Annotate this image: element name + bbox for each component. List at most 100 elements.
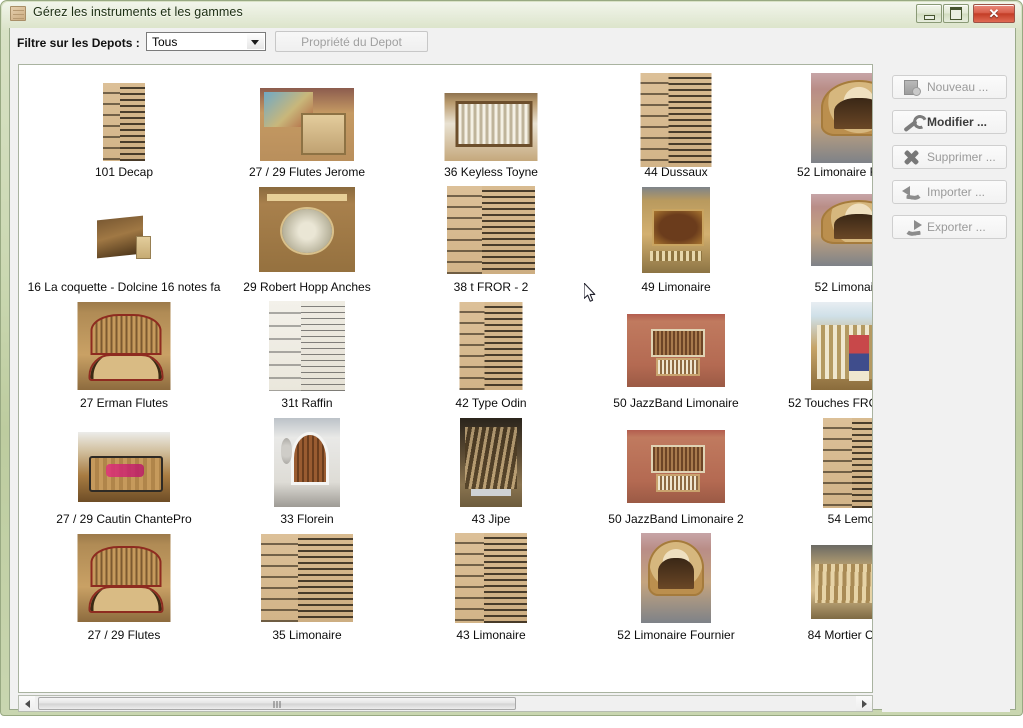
instrument-thumbnail[interactable]: [93, 212, 155, 263]
instrument-item[interactable]: 50 JazzBand Limonaire 2: [581, 416, 771, 528]
client-inner: Filtre sur les Depots : Tous Propriété d…: [10, 28, 1015, 712]
minimize-icon: [917, 5, 941, 22]
delete-x-icon: [901, 149, 923, 165]
scrollbar-thumb[interactable]: [38, 697, 516, 710]
instrument-item[interactable]: 33 Florein: [212, 416, 402, 528]
instrument-thumbnail[interactable]: [274, 418, 340, 507]
export-button-label: Exporter ...: [927, 220, 986, 234]
instrument-item[interactable]: 52 Touches FROR (Gamm: [764, 300, 872, 412]
instrument-item[interactable]: 52 Limonaire Fournier: [581, 532, 771, 644]
instrument-thumbnail[interactable]: [642, 187, 710, 273]
instrument-thumbnail[interactable]: [627, 430, 725, 503]
instrument-list-panel[interactable]: 101 Decap 27 / 29 Flutes Jerome 36 Keyless…: [18, 64, 873, 693]
instrument-label: 27 / 29 Cautin ChantePro: [56, 512, 192, 526]
wrench-icon: [901, 114, 923, 130]
horizontal-scrollbar[interactable]: [18, 695, 873, 712]
depot-filter-value: Tous: [152, 35, 178, 49]
close-button[interactable]: ✕: [973, 4, 1015, 23]
scroll-right-icon: [861, 699, 867, 708]
instrument-item[interactable]: 31t Raffin: [212, 300, 402, 412]
instrument-thumbnail[interactable]: [811, 194, 872, 266]
instrument-label: 52 Limonaire Fournier f: [796, 165, 872, 179]
instrument-thumbnail[interactable]: [460, 418, 522, 507]
instrument-thumbnail[interactable]: [455, 533, 527, 623]
maximize-button[interactable]: [943, 4, 969, 23]
instrument-item[interactable]: 52 Limonaire Fournier f: [764, 69, 872, 181]
modify-button[interactable]: Modifier ...: [892, 110, 1007, 134]
instrument-item[interactable]: 43 Jipe: [396, 416, 586, 528]
instrument-item[interactable]: 44 Dussaux: [581, 69, 771, 181]
new-button[interactable]: Nouveau ...: [892, 75, 1007, 99]
filter-toolbar: Filtre sur les Depots : Tous Propriété d…: [10, 28, 1015, 59]
instrument-thumbnail[interactable]: [78, 432, 170, 502]
export-arrow-icon: [901, 219, 923, 235]
instrument-thumbnail[interactable]: [261, 534, 353, 622]
instrument-item[interactable]: 101 Decap: [29, 69, 219, 181]
instrument-label: 43 Limonaire: [456, 628, 526, 642]
instrument-label: 36 Keyless Toyne: [444, 165, 538, 179]
instrument-item[interactable]: 27 / 29 Flutes Jerome: [212, 69, 402, 181]
depot-dropdown-button[interactable]: [247, 34, 264, 49]
instrument-thumbnail[interactable]: [259, 187, 355, 272]
scroll-right-button[interactable]: [856, 696, 872, 711]
instrument-label: 52 Touches FROR (Gamm: [788, 396, 872, 410]
instrument-thumbnail[interactable]: [811, 73, 872, 163]
instrument-item[interactable]: 36 Keyless Toyne: [396, 69, 586, 181]
instrument-item[interactable]: 29 Robert Hopp Anches: [212, 184, 402, 296]
instrument-item[interactable]: 27 Erman Flutes: [29, 300, 219, 412]
new-document-icon: [901, 79, 923, 96]
scroll-grip-icon: [273, 701, 281, 708]
instrument-thumbnail[interactable]: [103, 83, 145, 161]
filter-label: Filtre sur les Depots :: [17, 36, 140, 50]
scroll-left-button[interactable]: [19, 696, 35, 711]
instrument-item[interactable]: 27 / 29 Flutes: [29, 532, 219, 644]
instrument-item[interactable]: 16 La coquette - Dolcine 16 notes fa: [28, 184, 220, 296]
maximize-icon: [944, 5, 968, 22]
instrument-item[interactable]: 27 / 29 Cautin ChantePro: [29, 416, 219, 528]
new-button-label: Nouveau ...: [927, 80, 989, 94]
depot-property-button[interactable]: Propriété du Depot: [275, 31, 428, 52]
instrument-label: 29 Robert Hopp Anches: [243, 280, 371, 294]
modify-button-label: Modifier ...: [927, 115, 987, 129]
instrument-item[interactable]: 49 Limonaire: [581, 184, 771, 296]
instrument-item[interactable]: 50 JazzBand Limonaire: [581, 300, 771, 412]
instrument-item[interactable]: 38 t FROR - 2: [396, 184, 586, 296]
instrument-thumbnail[interactable]: [823, 418, 872, 508]
export-button[interactable]: Exporter ...: [892, 215, 1007, 239]
instrument-thumbnail[interactable]: [444, 93, 538, 161]
application-window: Gérez les instruments et les gammes ✕ Fi…: [0, 0, 1023, 716]
instrument-item[interactable]: 43 Limonaire: [396, 532, 586, 644]
instrument-label: 52 Limonaire Fournier: [617, 628, 735, 642]
instrument-label: 27 / 29 Flutes Jerome: [248, 165, 366, 179]
instrument-item[interactable]: 52 Limonaire Ori: [764, 184, 872, 296]
instrument-item[interactable]: 84 Mortier Claude (: [764, 532, 873, 644]
minimize-button[interactable]: [916, 4, 942, 23]
import-button[interactable]: Importer ...: [892, 180, 1007, 204]
instrument-label: 50 JazzBand Limonaire 2: [608, 512, 744, 526]
instrument-thumbnail[interactable]: [260, 88, 354, 161]
instrument-thumbnail[interactable]: [77, 534, 171, 622]
instrument-thumbnail[interactable]: [459, 302, 523, 390]
instrument-label: 50 JazzBand Limonaire: [613, 396, 739, 410]
import-arrow-icon: [901, 184, 923, 200]
instrument-thumbnail[interactable]: [811, 302, 872, 390]
instrument-label: 54 Lemoine: [827, 512, 872, 526]
instrument-item[interactable]: 54 Lemoine: [764, 416, 872, 528]
instrument-thumbnail[interactable]: [269, 301, 345, 391]
instrument-thumbnail[interactable]: [447, 186, 535, 274]
instrument-thumbnail[interactable]: [627, 314, 725, 387]
delete-button[interactable]: Supprimer ...: [892, 145, 1007, 169]
depot-filter-select[interactable]: Tous: [146, 32, 266, 51]
instrument-label: 33 Florein: [280, 512, 334, 526]
instrument-label: 27 Erman Flutes: [79, 396, 169, 410]
instrument-item[interactable]: 42 Type Odin: [396, 300, 586, 412]
title-bar[interactable]: Gérez les instruments et les gammes ✕: [1, 1, 1023, 27]
instrument-item[interactable]: 35 Limonaire: [212, 532, 402, 644]
instrument-grid: 101 Decap 27 / 29 Flutes Jerome 36 Keyless…: [19, 65, 872, 692]
instrument-thumbnail[interactable]: [77, 302, 171, 390]
instrument-thumbnail[interactable]: [641, 533, 711, 623]
instrument-thumbnail[interactable]: [640, 73, 712, 167]
instrument-thumbnail[interactable]: [811, 545, 872, 619]
close-icon: ✕: [988, 5, 1000, 21]
instrument-label: 84 Mortier Claude (: [807, 628, 873, 642]
